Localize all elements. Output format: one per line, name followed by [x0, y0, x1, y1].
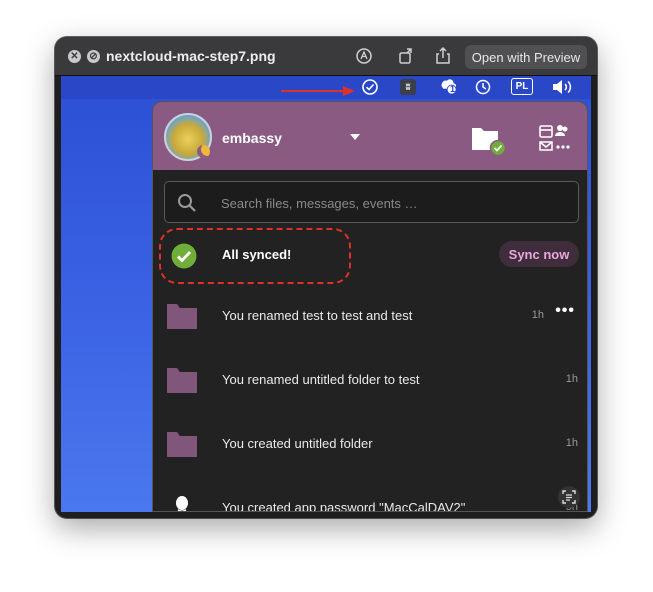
- title-bar: ✕ ⊘ nextcloud-mac-step7.png Open with Pr…: [55, 37, 597, 76]
- app-icon[interactable]: ʬ: [400, 79, 416, 95]
- activity-time: 1h: [565, 373, 578, 385]
- moon-icon: [197, 145, 210, 158]
- activity-text: You created untitled folder: [222, 436, 373, 451]
- folder-icon: [167, 304, 197, 329]
- search-icon: [178, 194, 196, 212]
- apps-menu-icon[interactable]: [538, 123, 572, 153]
- preview-window: ✕ ⊘ nextcloud-mac-step7.png Open with Pr…: [55, 37, 597, 518]
- window-title: nextcloud-mac-step7.png: [106, 48, 276, 64]
- nextcloud-tray-panel: embassy Search files, messages, events ……: [152, 101, 588, 512]
- activity-item[interactable]: You created app password "MacCalDAV2" 5h: [153, 480, 587, 512]
- sync-status-row: All synced! Sync now: [153, 228, 587, 284]
- scan-text-icon[interactable]: [557, 485, 581, 509]
- folder-icon: [167, 432, 197, 457]
- activity-text: You renamed untitled folder to test: [222, 372, 420, 387]
- time-machine-icon[interactable]: [474, 78, 492, 96]
- rotate-icon[interactable]: [396, 46, 416, 66]
- share-icon[interactable]: [433, 46, 453, 66]
- sync-status-icon[interactable]: [361, 78, 379, 96]
- input-source-icon[interactable]: PL: [511, 78, 533, 95]
- check-circle-icon: [171, 243, 197, 269]
- markup-icon[interactable]: [354, 46, 374, 66]
- folder-sync-icon[interactable]: [470, 124, 508, 156]
- close-icon[interactable]: ✕: [68, 50, 81, 63]
- screenshot-content: ʬ 1 PL embassy Search files, messages, e…: [61, 76, 591, 512]
- search-input[interactable]: [221, 194, 561, 212]
- sync-now-button[interactable]: Sync now: [499, 241, 579, 267]
- notification-badge: 1: [450, 84, 456, 94]
- sync-status-label: All synced!: [222, 247, 292, 262]
- account-name[interactable]: embassy: [222, 130, 282, 146]
- activity-item[interactable]: You created untitled folder 1h: [153, 416, 587, 480]
- activity-time: 1h: [531, 309, 544, 321]
- activity-text: You renamed test to test and test: [222, 308, 413, 323]
- menu-bar: ʬ 1 PL: [61, 76, 591, 99]
- open-with-preview-button[interactable]: Open with Preview: [465, 45, 587, 69]
- red-arrow-icon: [281, 86, 355, 96]
- person-icon: [176, 496, 188, 511]
- folder-icon: [167, 368, 197, 393]
- volume-icon[interactable]: [551, 78, 573, 96]
- activity-time: 1h: [565, 437, 578, 449]
- activity-item[interactable]: You renamed test to test and test 1h •••: [153, 288, 587, 352]
- search-box[interactable]: [164, 181, 579, 223]
- more-options-button[interactable]: •••: [555, 302, 575, 320]
- reject-icon[interactable]: ⊘: [87, 50, 100, 63]
- account-header: embassy: [153, 102, 587, 170]
- activity-item[interactable]: You renamed untitled folder to test 1h: [153, 352, 587, 416]
- chevron-down-icon[interactable]: [350, 134, 360, 140]
- activity-text: You created app password "MacCalDAV2": [222, 500, 466, 512]
